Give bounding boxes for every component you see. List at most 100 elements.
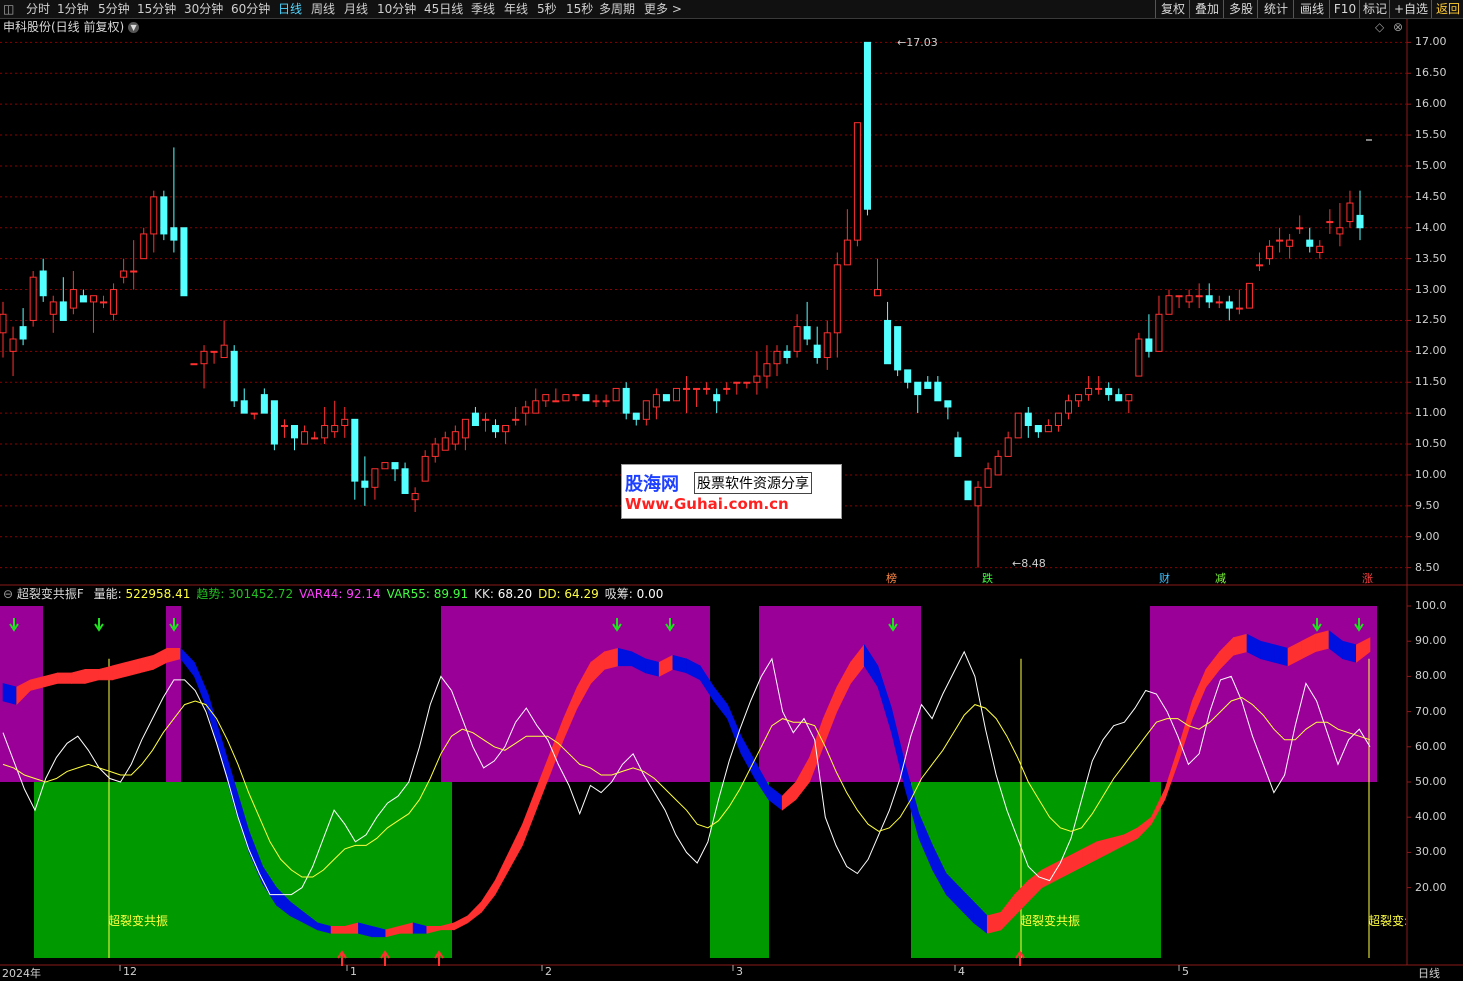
candle-body	[381, 462, 389, 470]
candle-body	[130, 270, 138, 273]
indicator-name: 超裂变共振F	[16, 587, 84, 601]
candle-body	[622, 387, 630, 414]
candle-body	[582, 394, 590, 402]
candle-body	[1054, 412, 1062, 427]
candle-body	[1064, 400, 1073, 414]
indicator-value-label: VAR55:	[386, 587, 430, 601]
candle-body	[431, 443, 439, 457]
price-axis-label-9: 12.50	[1415, 313, 1447, 327]
candle-body	[1185, 295, 1193, 303]
candle-body	[612, 387, 620, 402]
indicator-value-4: KK: 68.20	[474, 587, 532, 601]
indicator-value-6: 吸筹: 0.00	[605, 587, 664, 601]
date-axis-period[interactable]: 日线	[1418, 965, 1440, 981]
price-axis-label-7: 13.50	[1415, 251, 1447, 265]
date-axis-month-3: 3	[736, 965, 743, 978]
candle-body	[1145, 338, 1153, 352]
low-price-label: ←8.48	[1012, 557, 1046, 570]
candle-body	[9, 338, 17, 352]
event-marker-3[interactable]: 减	[1215, 570, 1226, 586]
candle-body	[1296, 227, 1304, 230]
date-axis-year: 2024年	[2, 967, 41, 980]
candle-body	[894, 326, 902, 371]
candle-body	[200, 350, 208, 365]
date-axis-month-4: 4	[958, 965, 965, 978]
event-marker-4[interactable]: 涨	[1362, 570, 1373, 586]
diamond-icon[interactable]: ◇	[1375, 20, 1384, 34]
candle-body	[421, 455, 429, 482]
price-axis-label-6: 14.00	[1415, 220, 1447, 234]
candle-body	[1024, 412, 1032, 427]
watermark-banner: 股海网 股票软件资源分享 Www.Guhai.com.cn	[621, 464, 842, 519]
trend-ribbon-segment	[467, 900, 482, 924]
resonance-label-2: 超裂变共振	[1020, 914, 1081, 928]
indicator-value-label: 趋势:	[196, 587, 225, 601]
indicator-value-label: 量能:	[93, 587, 122, 601]
candle-body	[1044, 425, 1052, 433]
candle-body	[321, 425, 329, 439]
candle-body	[411, 492, 419, 501]
indicator-collapse-icon[interactable]: ⊖	[3, 587, 13, 601]
green-zone	[710, 782, 769, 958]
candle-body	[69, 289, 77, 309]
candle-body	[1225, 301, 1233, 309]
candle-body	[160, 196, 168, 235]
candle-body	[1115, 394, 1123, 402]
price-axis-label-15: 9.50	[1415, 498, 1440, 512]
candle-body	[351, 418, 359, 482]
candle-body	[944, 400, 952, 408]
candle-body	[1014, 412, 1022, 439]
candle-body	[1235, 307, 1243, 310]
indicator-title: ⊖ 超裂变共振F 量能: 522958.41 趋势: 301452.72 VAR44…	[3, 587, 669, 601]
price-axis-label-17: 8.50	[1415, 560, 1440, 574]
candle-body	[140, 233, 148, 260]
indicator-value-number: 0.00	[632, 587, 664, 601]
candle-body	[552, 400, 560, 403]
ind-axis-label-3: 70.00	[1415, 704, 1447, 718]
candle-body	[210, 350, 218, 353]
close-icon[interactable]: ⊗	[1393, 20, 1403, 34]
sell-arrow-icon-1	[94, 618, 104, 632]
price-axis-label-10: 12.00	[1415, 344, 1447, 358]
candle-body	[542, 394, 550, 402]
price-axis-label-0: 17.00	[1415, 35, 1447, 49]
watermark-logo: 股海网	[625, 474, 679, 495]
candle-body	[1034, 425, 1042, 433]
candle-body	[150, 196, 158, 235]
trend-ribbon-segment	[71, 668, 86, 684]
candle-body	[371, 468, 379, 488]
event-marker-0[interactable]: 榜	[886, 570, 897, 586]
candle-body	[89, 295, 97, 303]
candle-body	[240, 400, 248, 414]
trend-ribbon-segment	[713, 686, 728, 720]
indicator-value-number: 89.91	[429, 587, 469, 601]
candle-body	[884, 319, 892, 365]
event-marker-1[interactable]: 跌	[982, 570, 993, 586]
event-marker-2[interactable]: 财	[1159, 570, 1170, 586]
candle-body	[703, 387, 711, 390]
candle-body	[502, 425, 510, 433]
indicator-value-3: VAR55: 89.91	[387, 587, 468, 601]
candle-body	[220, 344, 228, 359]
candle-body	[1175, 295, 1183, 298]
trend-ribbon-segment	[84, 669, 99, 684]
watermark-url: Www.Guhai.com.cn	[625, 495, 789, 513]
candle-body	[361, 480, 369, 488]
candle-body	[100, 301, 108, 304]
candle-body	[904, 369, 912, 383]
indicator-value-label: 吸筹:	[604, 587, 633, 601]
candle-body	[39, 270, 47, 297]
candle-body	[190, 363, 198, 366]
candle-body	[1326, 221, 1334, 224]
candle-body	[522, 406, 530, 414]
candle-body	[1125, 394, 1133, 402]
candle-body	[441, 437, 449, 451]
candle-body	[763, 363, 771, 377]
expand-icon[interactable]: ▼	[128, 22, 140, 33]
indicator-value-number: 64.29	[560, 587, 599, 601]
candle-body	[672, 387, 680, 402]
candle-body	[743, 381, 751, 384]
candle-body	[713, 394, 721, 402]
trend-ribbon-segment	[57, 672, 72, 684]
candle-body	[471, 412, 479, 427]
